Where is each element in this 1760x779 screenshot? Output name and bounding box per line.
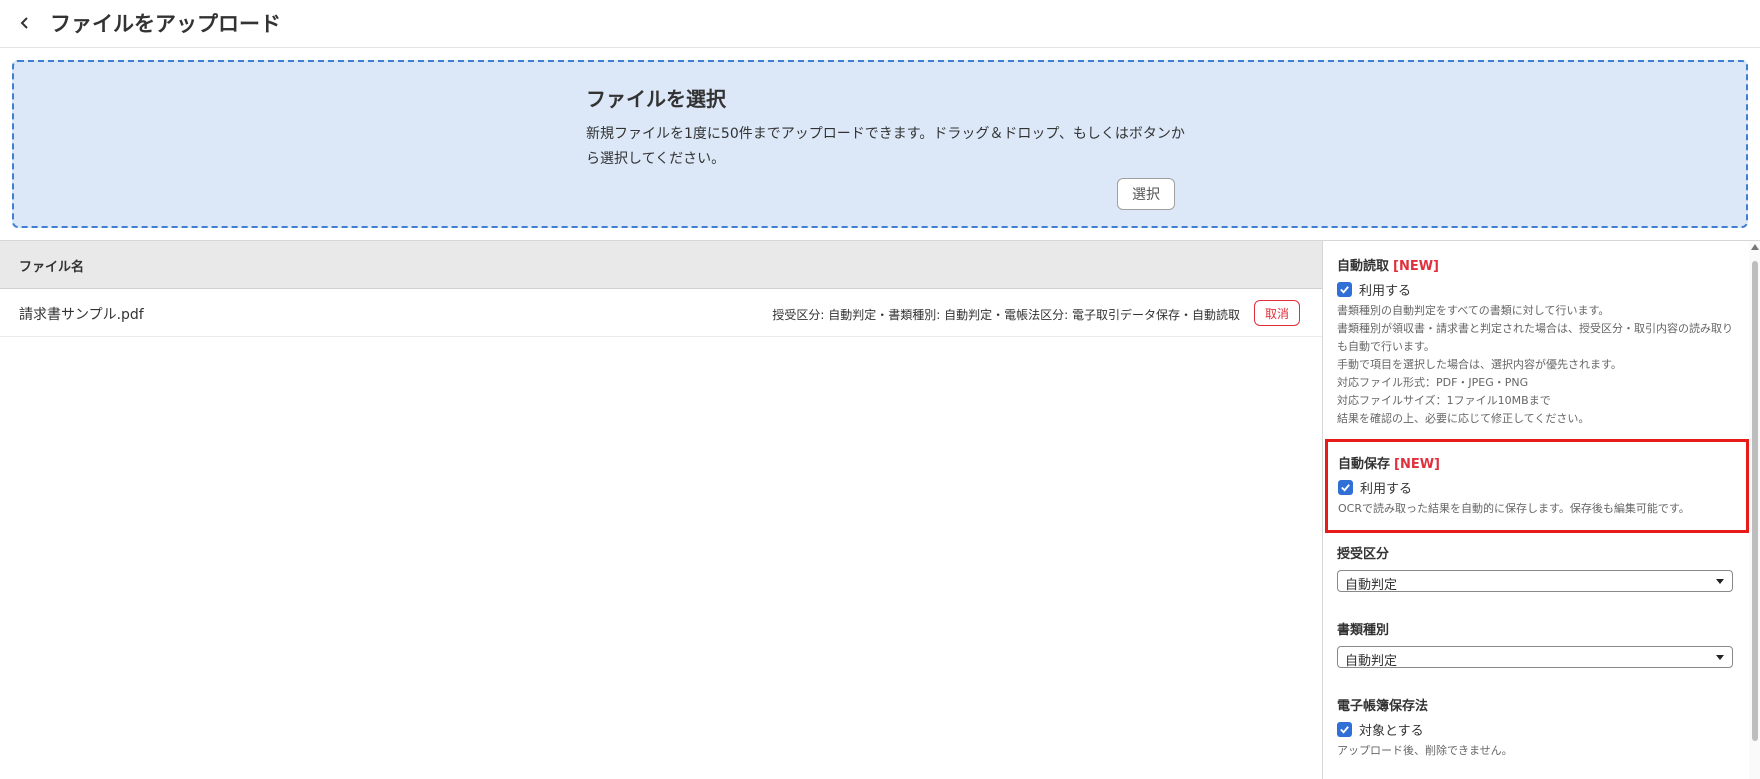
scroll-up-arrow-icon[interactable] xyxy=(1751,244,1759,250)
new-badge: [NEW] xyxy=(1394,457,1440,472)
ebook-law-title: 電子帳簿保存法 xyxy=(1337,699,1429,714)
auto-read-help: 書類種別の自動判定をすべての書類に対して行います。 書類種別が領収書・請求書と判… xyxy=(1337,302,1739,428)
dropzone-description: 新規ファイルを1度に50件までアップロードできます。ドラッグ＆ドロップ、もしくは… xyxy=(586,126,1185,167)
file-list-header: ファイル名 xyxy=(0,241,1322,289)
caret-down-icon xyxy=(1716,655,1724,660)
upload-settings-panel: 自動読取 [NEW] 利用する 書類種別の自動判定をすべての書類に対して行います。… xyxy=(1322,240,1760,779)
help-line: 結果を確認の上、必要に応じて修正してください。 xyxy=(1337,412,1590,425)
ebook-law-checkbox-label: 対象とする xyxy=(1359,724,1424,739)
auto-save-checkbox-row[interactable]: 利用する xyxy=(1338,478,1746,497)
category-select[interactable]: 自動判定 xyxy=(1337,570,1733,593)
auto-read-checkbox-row[interactable]: 利用する xyxy=(1337,280,1739,299)
cancel-button[interactable]: 取消 xyxy=(1254,300,1300,326)
help-line: 手動で項目を選択した場合は、選択内容が優先されます。 xyxy=(1337,358,1622,371)
auto-read-section: 自動読取 [NEW] 利用する 書類種別の自動判定をすべての書類に対して行います。… xyxy=(1337,255,1739,428)
caret-down-icon xyxy=(1716,579,1724,584)
checkmark-icon xyxy=(1340,726,1349,734)
auto-save-checkbox[interactable] xyxy=(1338,480,1353,495)
auto-save-section: 自動保存 [NEW] 利用する OCRで読み取った結果を自動的に保存します。保存後… xyxy=(1325,439,1749,533)
auto-read-title: 自動読取 [NEW] xyxy=(1337,255,1739,274)
select-file-button[interactable]: 選択 xyxy=(1117,178,1175,210)
help-line: 対応ファイル形式：PDF・JPEG・PNG xyxy=(1337,376,1529,389)
auto-save-title-text: 自動保存 xyxy=(1338,457,1391,472)
new-badge: [NEW] xyxy=(1393,259,1439,274)
file-dropzone[interactable]: ファイルを選択 新規ファイルを1度に50件までアップロードできます。ドラッグ＆ド… xyxy=(12,60,1748,228)
document-type-select[interactable]: 自動判定 xyxy=(1337,646,1733,669)
auto-read-checkbox-label: 利用する xyxy=(1359,284,1412,299)
back-button[interactable] xyxy=(14,10,36,36)
chevron-left-icon xyxy=(20,17,28,29)
ebook-law-checkbox[interactable] xyxy=(1337,722,1352,737)
document-type-select-value: 自動判定 xyxy=(1345,654,1398,669)
auto-read-title-text: 自動読取 xyxy=(1337,259,1390,274)
file-row: 請求書サンプル.pdf 授受区分: 自動判定・書類種別: 自動判定・電帳法区分:… xyxy=(0,289,1322,337)
dropzone-title: ファイルを選択 xyxy=(586,87,726,111)
help-line: 対応ファイルサイズ：1ファイル10MBまで xyxy=(1337,394,1551,407)
ebook-law-checkbox-row[interactable]: 対象とする xyxy=(1337,720,1747,739)
auto-read-checkbox[interactable] xyxy=(1337,282,1352,297)
help-line: 書類種別が領収書・請求書と判定された場合は、授受区分・取引内容の読み取りも自動で… xyxy=(1337,322,1733,353)
ebook-law-help: アップロード後、削除できません。 xyxy=(1337,744,1513,757)
category-select-value: 自動判定 xyxy=(1345,578,1398,593)
page-header: ファイルをアップロード xyxy=(0,0,1760,48)
category-title: 授受区分 xyxy=(1337,547,1390,562)
document-type-title: 書類種別 xyxy=(1337,623,1390,638)
help-line: 書類種別の自動判定をすべての書類に対して行います。 xyxy=(1337,304,1610,317)
file-name: 請求書サンプル.pdf xyxy=(19,307,144,323)
auto-save-checkbox-label: 利用する xyxy=(1360,482,1413,497)
checkmark-icon xyxy=(1340,286,1349,294)
document-type-section: 書類種別 自動判定 xyxy=(1337,619,1747,669)
side-panel-scrollbar[interactable] xyxy=(1749,241,1760,779)
ebook-law-section: 電子帳簿保存法 対象とする アップロード後、削除できません。 xyxy=(1337,695,1747,760)
checkmark-icon xyxy=(1341,484,1350,492)
auto-save-help: OCRで読み取った結果を自動的に保存します。保存後も編集可能です。 xyxy=(1338,502,1690,515)
scrollbar-thumb[interactable] xyxy=(1752,261,1758,741)
auto-save-title: 自動保存 [NEW] xyxy=(1338,453,1746,472)
column-header-filename: ファイル名 xyxy=(19,260,85,275)
page-title: ファイルをアップロード xyxy=(50,12,281,36)
file-list: ファイル名 請求書サンプル.pdf 授受区分: 自動判定・書類種別: 自動判定・… xyxy=(0,240,1322,779)
file-settings-summary: 授受区分: 自動判定・書類種別: 自動判定・電帳法区分: 電子取引データ保存・自… xyxy=(772,308,1240,322)
category-section: 授受区分 自動判定 xyxy=(1337,543,1747,593)
